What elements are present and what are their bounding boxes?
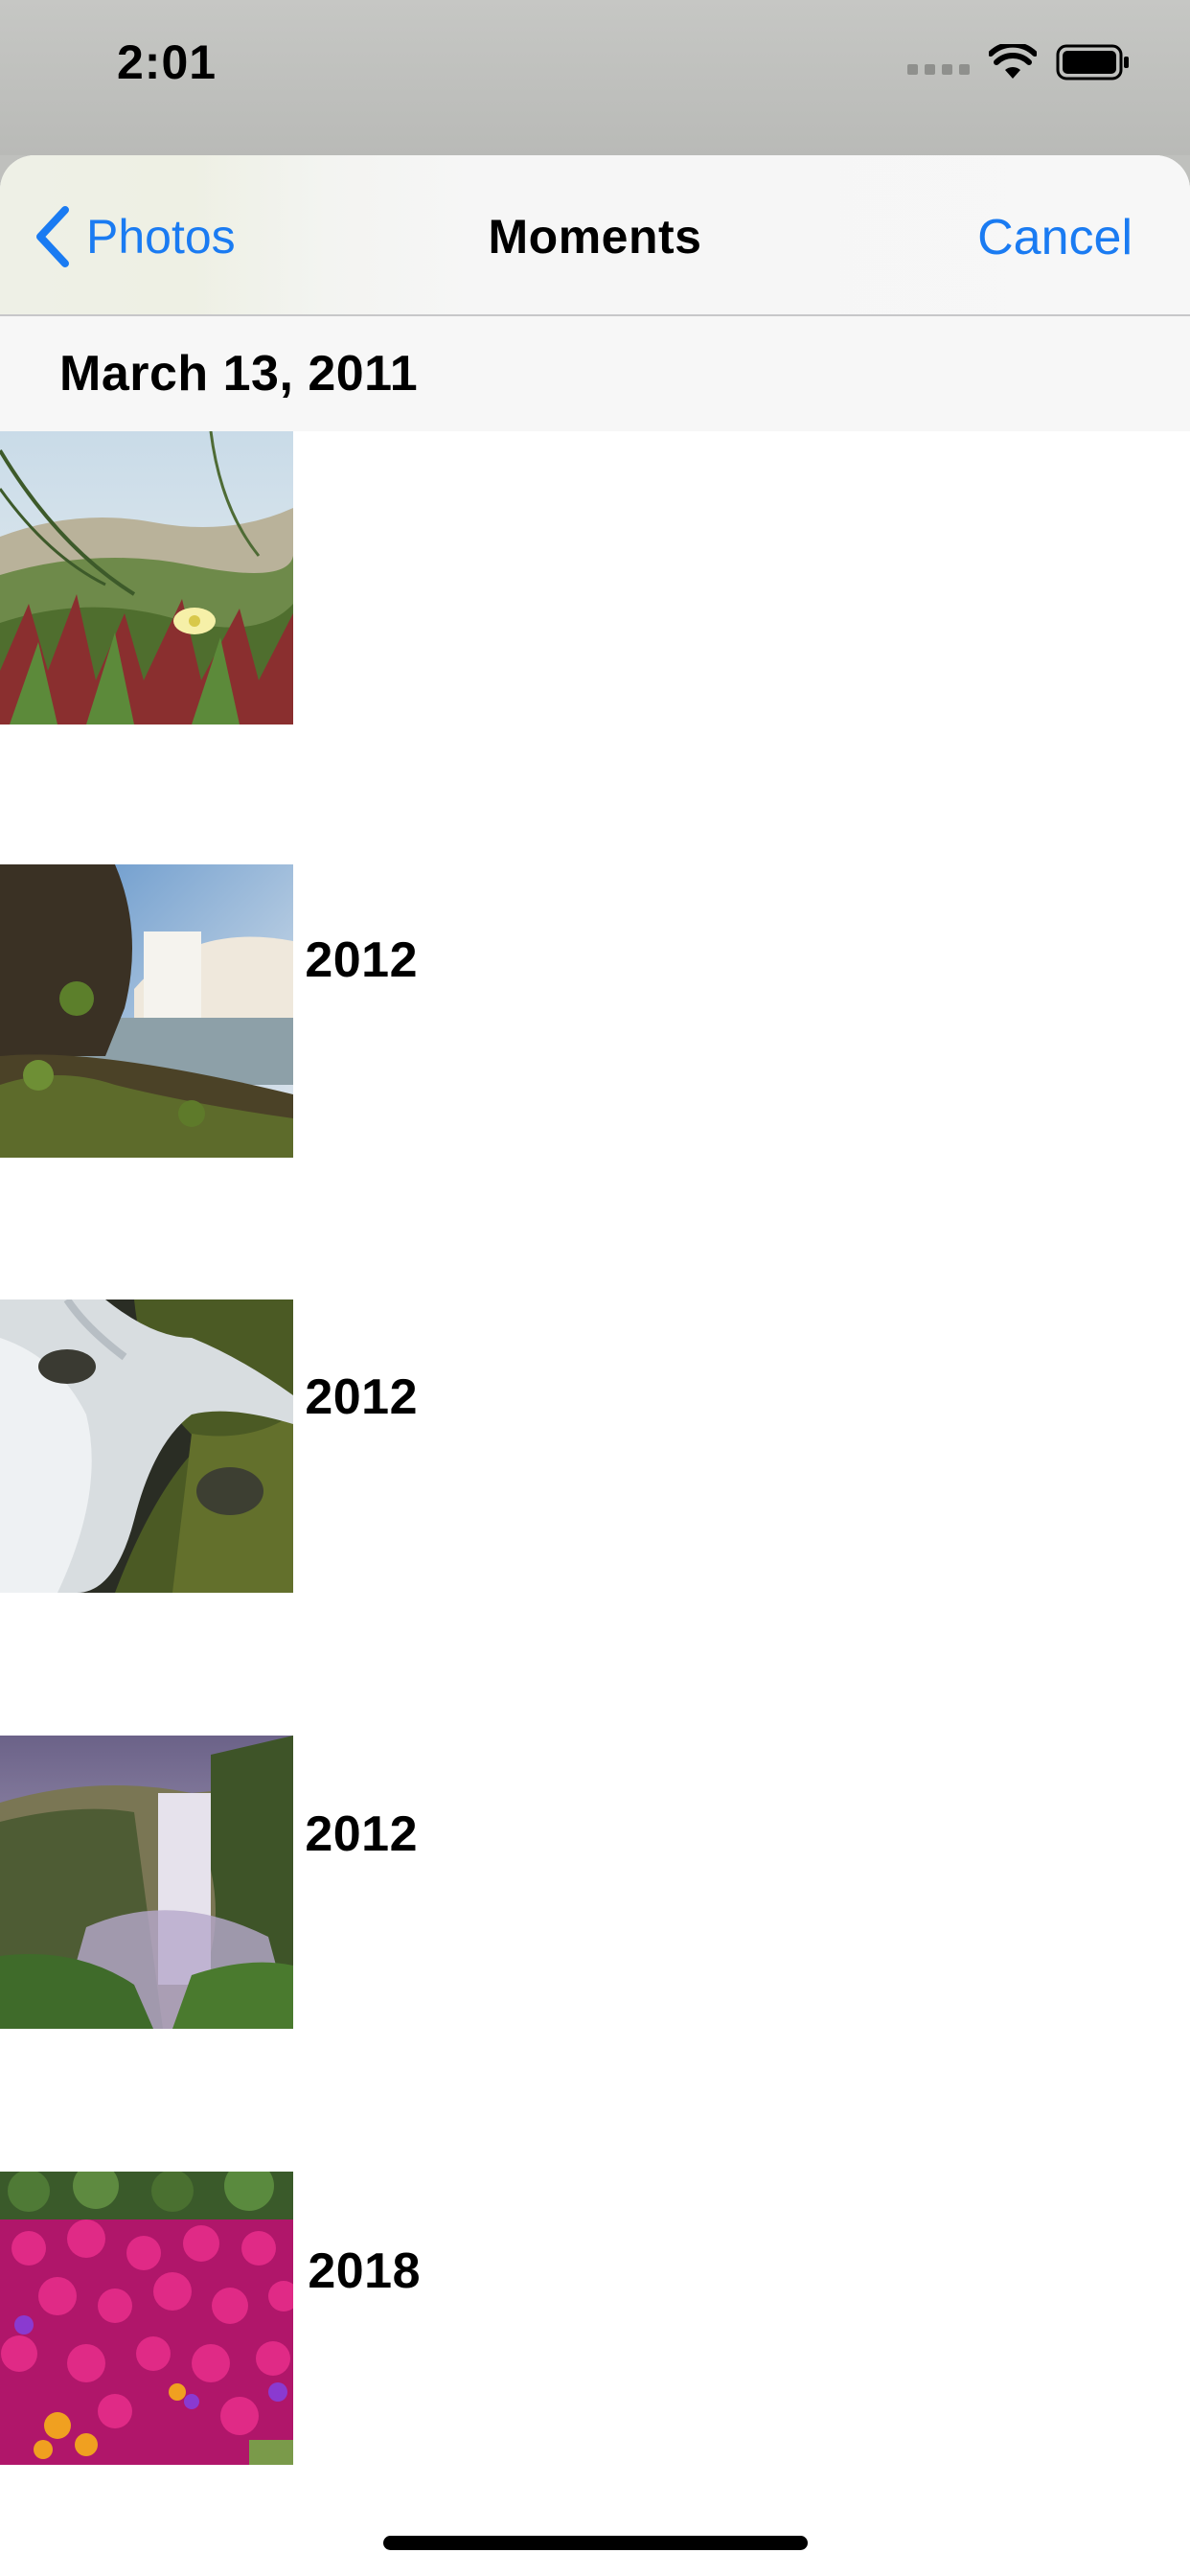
status-time: 2:01 bbox=[117, 35, 217, 89]
navigation-bar: Photos Moments Cancel bbox=[0, 155, 1190, 316]
status-bar: 2:01 bbox=[0, 0, 1190, 155]
moment-date: March 13, 2011 bbox=[59, 346, 419, 402]
photo-thumbnail[interactable] bbox=[0, 864, 293, 1158]
photo-thumbnail[interactable] bbox=[0, 2172, 293, 2465]
battery-icon bbox=[1056, 44, 1129, 80]
photo-thumbnail[interactable] bbox=[0, 1736, 293, 2029]
photo-thumbnail[interactable] bbox=[0, 431, 293, 724]
moments-sheet: Photos Moments Cancel March 13, 2011 201… bbox=[0, 155, 1190, 2576]
section-header: March 13, 2011 bbox=[0, 316, 1190, 431]
cancel-button[interactable]: Cancel bbox=[977, 209, 1133, 266]
photo-thumbnail[interactable] bbox=[0, 1300, 293, 1593]
home-indicator[interactable] bbox=[383, 2536, 808, 2550]
status-icons bbox=[907, 44, 1131, 80]
wifi-icon bbox=[989, 44, 1037, 79]
cellular-signal-icon bbox=[907, 63, 970, 75]
